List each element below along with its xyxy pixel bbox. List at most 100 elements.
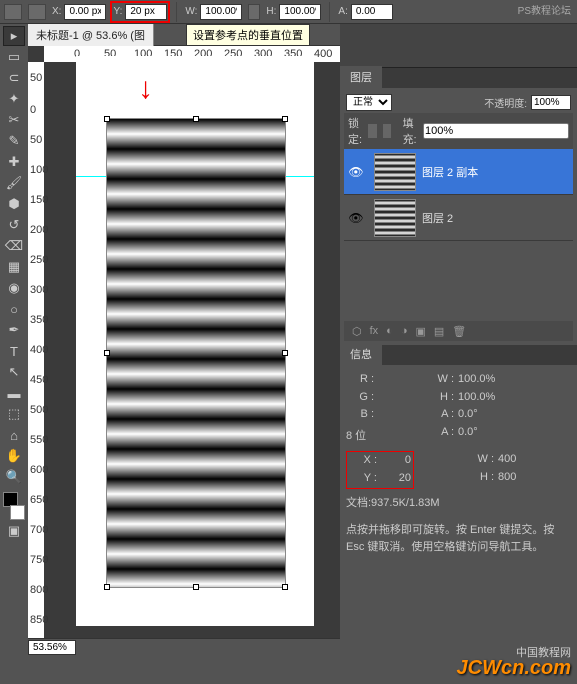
collapsed-panel[interactable]	[340, 24, 577, 68]
shape-tool[interactable]: ▬	[3, 383, 25, 403]
brush-tool[interactable]: 🖌	[3, 173, 25, 193]
color-swatch[interactable]	[3, 492, 25, 520]
lasso-tool[interactable]: ⊂	[3, 68, 25, 88]
link-layers-icon[interactable]: ⬡	[352, 325, 362, 338]
adjustment-icon[interactable]: ◑	[401, 325, 408, 337]
layer-item[interactable]: 👁 图层 2 副本	[344, 149, 573, 195]
angle-input[interactable]	[351, 4, 393, 20]
path-tool[interactable]: ↖	[3, 362, 25, 382]
zoom-input[interactable]	[28, 640, 76, 655]
info-x-label: X :	[349, 452, 377, 470]
x-label: X:	[52, 6, 61, 17]
toolbox: ▸ ▭ ⊂ ✦ ✂ ✎ ✚ 🖌 ⬢ ↺ ⌫ ▦ ◉ ○ ✒ T ↖ ▬ ⬚ ⌂ …	[0, 24, 28, 656]
status-bar	[28, 638, 340, 656]
visibility-icon[interactable]: 👁	[344, 165, 368, 179]
annotation-arrow: ↓	[138, 72, 153, 106]
canvas-area[interactable]: 050100150200250300350400 500501001502002…	[28, 46, 340, 638]
doc-w-val: 400	[498, 451, 516, 469]
fill-label: 填充:	[403, 115, 417, 147]
hint-text: 点按并拖移即可旋转。按 Enter 键提交。按 Esc 键取消。使用空格键访问导…	[346, 522, 571, 555]
x-input[interactable]	[64, 4, 106, 20]
blend-mode-select[interactable]: 正常	[346, 94, 392, 111]
background-color[interactable]	[10, 505, 25, 520]
eraser-tool[interactable]: ⌫	[3, 236, 25, 256]
document-window: 未标题-1 @ 53.6% (图 05010015020025030035040…	[28, 24, 340, 656]
opacity-label: 不透明度:	[484, 95, 527, 110]
camera-tool[interactable]: ⌂	[3, 425, 25, 445]
layer-thumbnail[interactable]	[374, 153, 416, 191]
dodge-tool[interactable]: ○	[3, 299, 25, 319]
info-h-label: H :	[426, 389, 454, 407]
layer-name[interactable]: 图层 2	[422, 210, 453, 226]
layer-item[interactable]: 👁 图层 2	[344, 195, 573, 241]
info-a-val: 0.0°	[458, 406, 478, 424]
quickmask-tool[interactable]: ▣	[3, 521, 25, 541]
move-tool[interactable]: ▸	[3, 26, 25, 46]
info-a-label: A :	[426, 406, 454, 424]
h-input[interactable]	[279, 4, 321, 20]
folder-icon[interactable]: ▣	[415, 325, 425, 338]
type-tool[interactable]: T	[3, 341, 25, 361]
visibility-icon[interactable]: 👁	[344, 211, 368, 225]
layer-list: 👁 图层 2 副本 👁 图层 2	[344, 149, 573, 321]
ruler-vertical: 5005010015020025030035040045050055060065…	[28, 62, 44, 638]
lock-pixels-icon[interactable]	[368, 124, 376, 138]
fill-input[interactable]	[423, 123, 569, 139]
tooltip: 设置参考点的垂直位置	[186, 24, 310, 46]
pen-tool[interactable]: ✒	[3, 320, 25, 340]
layer-name[interactable]: 图层 2 副本	[422, 164, 478, 180]
transform-handle[interactable]	[282, 350, 288, 356]
h-label: H:	[266, 6, 276, 17]
transform-handle[interactable]	[104, 116, 110, 122]
transform-handle[interactable]	[104, 350, 110, 356]
w-label: W:	[185, 6, 197, 17]
history-brush-tool[interactable]: ↺	[3, 215, 25, 235]
crop-tool[interactable]: ✂	[3, 110, 25, 130]
doc-size: 文档:937.5K/1.83M	[346, 495, 571, 513]
heal-tool[interactable]: ✚	[3, 152, 25, 172]
info-y-label: Y :	[349, 470, 377, 488]
opacity-input[interactable]	[531, 95, 571, 110]
mask-icon[interactable]: ◐	[386, 325, 393, 337]
info-x-val: 0	[381, 452, 411, 470]
info-d-label: A :	[426, 424, 454, 442]
transform-handle[interactable]	[282, 584, 288, 590]
document-tab[interactable]: 未标题-1 @ 53.6% (图	[28, 24, 154, 46]
watermark-top: PS教程论坛	[518, 2, 571, 17]
3d-tool[interactable]: ⬚	[3, 404, 25, 424]
transform-handle[interactable]	[104, 584, 110, 590]
link-icon[interactable]	[248, 4, 260, 20]
doc-w-label: W :	[466, 451, 494, 469]
stamp-tool[interactable]: ⬢	[3, 194, 25, 214]
gradient-tool[interactable]: ▦	[3, 257, 25, 277]
transform-selection[interactable]	[106, 118, 286, 588]
layers-tab[interactable]: 图层	[340, 66, 382, 88]
bits-label: 8 位	[346, 428, 366, 446]
transform-handle[interactable]	[193, 584, 199, 590]
y-input[interactable]	[125, 4, 167, 20]
transform-handle[interactable]	[282, 116, 288, 122]
anchor-icon[interactable]	[28, 4, 46, 20]
blur-tool[interactable]: ◉	[3, 278, 25, 298]
lock-position-icon[interactable]	[383, 124, 391, 138]
wand-tool[interactable]: ✦	[3, 89, 25, 109]
transform-handle[interactable]	[193, 116, 199, 122]
info-tab[interactable]: 信息	[340, 343, 382, 365]
info-h-val: 100.0%	[458, 389, 495, 407]
eyedropper-tool[interactable]: ✎	[3, 131, 25, 151]
layer-thumbnail[interactable]	[374, 199, 416, 237]
info-panel: 信息 R : G : B : 8 位 W :100.0% H :100.0% A…	[340, 345, 577, 561]
info-w-label: W :	[426, 371, 454, 389]
hand-tool[interactable]: ✋	[3, 446, 25, 466]
lock-label: 锁定:	[348, 115, 362, 147]
fx-icon[interactable]: fx	[370, 325, 379, 337]
trash-icon[interactable]: 🗑	[452, 325, 466, 338]
info-y-val: 20	[381, 470, 411, 488]
marquee-tool[interactable]: ▭	[3, 47, 25, 67]
doc-h-label: H :	[466, 469, 494, 487]
w-input[interactable]	[200, 4, 242, 20]
new-layer-icon[interactable]: ▤	[434, 325, 444, 338]
panels: 图层 正常 不透明度: 锁定: 填充:	[340, 24, 577, 656]
zoom-tool[interactable]: 🔍	[3, 467, 25, 487]
layer-actions: ⬡ fx ◐ ◑ ▣ ▤ 🗑	[344, 321, 573, 341]
